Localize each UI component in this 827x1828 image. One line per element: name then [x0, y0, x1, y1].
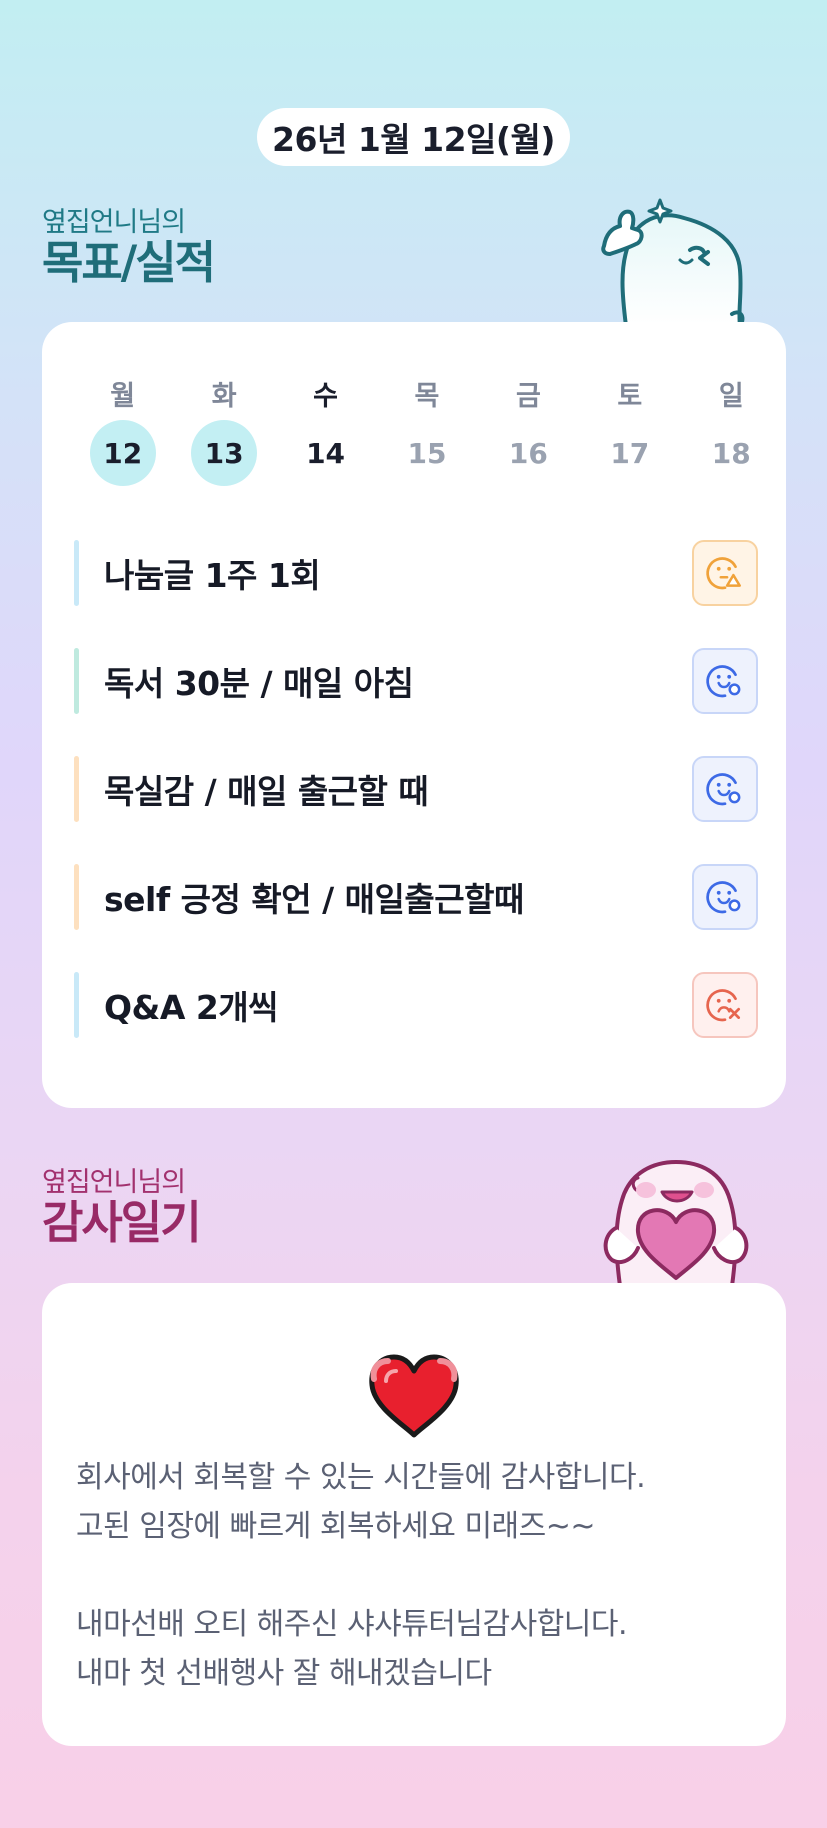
goals-section-title: 옆집언니님의 목표/실적 — [42, 207, 216, 289]
weekday-label: 토 — [617, 381, 643, 412]
mascot-thumbs-up-icon — [601, 198, 745, 326]
weekday-label: 목 — [414, 381, 440, 412]
weekday-label: 화 — [211, 381, 237, 412]
smile-circle-icon[interactable] — [692, 756, 758, 822]
calendar-date-12[interactable]: 12 — [89, 420, 156, 486]
goal-accent-bar — [74, 864, 79, 930]
goal-text: 목실감 / 매일 출근할 때 — [104, 772, 429, 811]
smile-triangle-icon[interactable] — [692, 540, 758, 606]
date-label: 26년 1월 12일(월) — [257, 108, 570, 166]
weekday-label: 일 — [718, 381, 744, 412]
goals-title: 목표/실적 — [42, 236, 216, 289]
frown-x-icon[interactable] — [692, 972, 758, 1038]
calendar-date-16[interactable]: 16 — [495, 420, 561, 486]
goal-text: Q&A 2개씩 — [104, 988, 279, 1027]
goal-text: 나눔글 1주 1회 — [104, 556, 321, 595]
thanks-section-title: 옆집언니님의 감사일기 — [42, 1167, 202, 1249]
goal-item[interactable]: self 긍정 확언 / 매일출근할때 — [74, 864, 758, 930]
weekday-label: 월 — [110, 381, 136, 412]
thanks-subtitle: 옆집언니님의 — [42, 1167, 186, 1198]
weekday-label: 금 — [515, 381, 541, 412]
thanks-text: 회사에서 회복할 수 있는 시간들에 감사합니다. 고된 임장에 빠르게 회복하… — [76, 1460, 646, 1691]
smile-circle-icon[interactable] — [692, 648, 758, 714]
goals-subtitle: 옆집언니님의 — [42, 207, 186, 238]
calendar-date-18[interactable]: 18 — [698, 420, 764, 486]
week-calendar: 월 화 수 목 금 토 일 12 13 14 15 16 17 18 — [72, 374, 782, 486]
calendar-date-15[interactable]: 15 — [394, 420, 460, 486]
goal-item[interactable]: 목실감 / 매일 출근할 때 — [74, 756, 758, 822]
goal-accent-bar — [74, 648, 79, 714]
goal-item[interactable]: 독서 30분 / 매일 아침 — [74, 648, 758, 714]
weekday-label: 수 — [313, 381, 338, 412]
calendar-date-14[interactable]: 14 — [293, 420, 359, 486]
mascot-heart-icon — [603, 1159, 749, 1286]
calendar-date-13[interactable]: 13 — [191, 420, 258, 486]
heart-icon — [369, 1354, 459, 1438]
thanks-title: 감사일기 — [42, 1196, 202, 1249]
smile-circle-icon[interactable] — [692, 864, 758, 930]
goal-text: self 긍정 확언 / 매일출근할때 — [104, 880, 524, 919]
goal-accent-bar — [74, 972, 79, 1038]
goal-accent-bar — [74, 756, 79, 822]
goal-accent-bar — [74, 540, 79, 606]
goal-item[interactable]: Q&A 2개씩 — [74, 972, 758, 1038]
goals-card: 월 화 수 목 금 토 일 12 13 14 15 16 17 18 나눔글 1주 1회독서 30분 /… — [42, 322, 786, 1108]
goal-list: 나눔글 1주 1회독서 30분 / 매일 아침목실감 / 매일 출근할 때 sel… — [74, 540, 758, 1080]
goal-text: 독서 30분 / 매일 아침 — [104, 664, 414, 703]
calendar-date-17[interactable]: 17 — [597, 420, 663, 486]
goal-item[interactable]: 나눔글 1주 1회 — [74, 540, 758, 606]
thanks-card: 회사에서 회복할 수 있는 시간들에 감사합니다. 고된 임장에 빠르게 회복하… — [42, 1283, 786, 1746]
